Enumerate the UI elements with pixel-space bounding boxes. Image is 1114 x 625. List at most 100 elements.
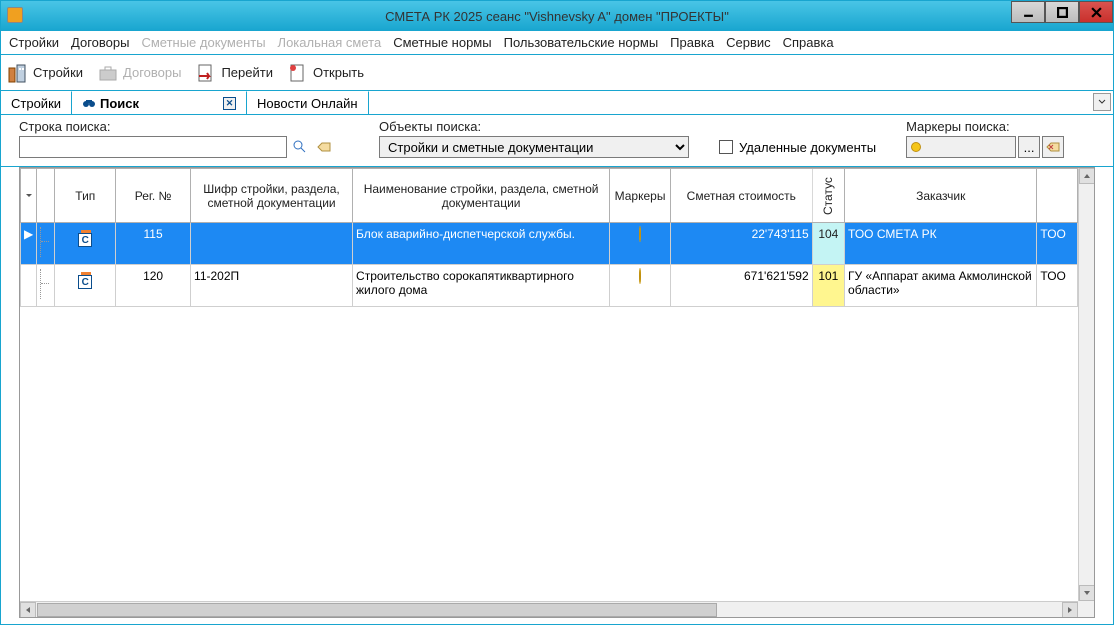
search-objects-select[interactable]: Стройки и сметные документации [379, 136, 689, 158]
tab-stroyki[interactable]: Стройки [1, 91, 72, 114]
name-cell: Блок аварийно-диспетчерской службы. [353, 223, 610, 265]
marker-dot-icon [639, 226, 641, 242]
tab-poisk[interactable]: Поиск ✕ [72, 91, 247, 114]
grid: Тип Рег. № Шифр стройки, раздела, сметно… [19, 167, 1095, 618]
cost-cell: 671'621'592 [670, 265, 812, 307]
marker-clear-button[interactable] [1042, 136, 1064, 158]
type-icon: С [78, 233, 92, 247]
tab-novosti[interactable]: Новости Онлайн [247, 91, 368, 114]
search-string-label: Строка поиска: [19, 119, 349, 134]
col-code[interactable]: Шифр стройки, раздела, сметной документа… [191, 169, 353, 223]
maximize-button[interactable] [1045, 1, 1079, 23]
marker-cell [610, 265, 671, 307]
toolbar: Стройки Договоры Перейти Открыть [1, 55, 1113, 91]
scroll-thumb[interactable] [37, 603, 717, 617]
toolbar-dogovory-label: Договоры [123, 65, 181, 80]
code-cell [191, 223, 353, 265]
name-cell: Строительство сорокапятиквартирного жило… [353, 265, 610, 307]
type-cell: С [55, 265, 116, 307]
col-name[interactable]: Наименование стройки, раздела, сметной д… [353, 169, 610, 223]
col-reg[interactable]: Рег. № [116, 169, 191, 223]
buildings-icon [7, 62, 29, 84]
search-markers-label: Маркеры поиска: [906, 119, 1064, 134]
grid-wrap: Тип Рег. № Шифр стройки, раздела, сметно… [1, 167, 1113, 624]
open-icon [287, 62, 309, 84]
type-icon: С [78, 275, 92, 289]
app-icon [7, 7, 23, 23]
col-tree [37, 169, 55, 223]
col-cost[interactable]: Сметная стоимость [670, 169, 812, 223]
minimize-button[interactable] [1011, 1, 1045, 23]
table-row[interactable]: ▶ С 115 Блок аварийно-диспетчерской служ… [21, 223, 1078, 265]
col-extra[interactable] [1037, 169, 1078, 223]
menu-smetnye-dokumenty: Сметные документы [141, 35, 265, 50]
scroll-up-icon[interactable] [1079, 168, 1095, 184]
app-window: СМЕТА РК 2025 сеанс "Vishnevsky A" домен… [0, 0, 1114, 625]
close-button[interactable] [1079, 1, 1113, 23]
col-status[interactable]: Статус [812, 169, 844, 223]
col-type[interactable]: Тип [55, 169, 116, 223]
menu-spravka[interactable]: Справка [783, 35, 834, 50]
scroll-left-icon[interactable] [20, 602, 36, 618]
deleted-docs-label: Удаленные документы [739, 140, 876, 155]
search-clear-icon[interactable] [313, 136, 335, 158]
search-binocular-icon [82, 96, 96, 110]
reg-cell: 115 [116, 223, 191, 265]
row-selector[interactable] [21, 265, 37, 307]
search-submit-icon[interactable] [289, 136, 311, 158]
scroll-right-icon[interactable] [1062, 602, 1078, 618]
status-cell: 104 [812, 223, 844, 265]
marker-browse-button[interactable]: ... [1018, 136, 1040, 158]
vertical-scrollbar[interactable] [1078, 168, 1094, 601]
marker-dot-icon [911, 142, 921, 152]
deleted-docs-checkbox-row[interactable]: Удаленные документы [719, 136, 876, 158]
grid-body[interactable]: Тип Рег. № Шифр стройки, раздела, сметно… [20, 168, 1094, 617]
menu-polzovatelskie-normy[interactable]: Пользовательские нормы [504, 35, 659, 50]
tab-stroyki-label: Стройки [11, 96, 61, 111]
menu-smetnye-normy[interactable]: Сметные нормы [393, 35, 491, 50]
code-cell: 11-202П [191, 265, 353, 307]
table-row[interactable]: С 120 11-202П Строительство сорокапятикв… [21, 265, 1078, 307]
toolbar-open-button[interactable]: Открыть [287, 62, 364, 84]
menu-lokalnaya-smeta: Локальная смета [278, 35, 382, 50]
window-title: СМЕТА РК 2025 сеанс "Vishnevsky A" домен… [385, 9, 729, 24]
tab-poisk-label: Поиск [100, 96, 139, 111]
type-cell: С [55, 223, 116, 265]
col-indicator[interactable] [21, 169, 37, 223]
search-panel: Строка поиска: Объекты поиска: Стройки и… [1, 115, 1113, 167]
scroll-down-icon[interactable] [1079, 585, 1095, 601]
customer-cell: ГУ «Аппарат акима Акмолинской области» [845, 265, 1037, 307]
titlebar: СМЕТА РК 2025 сеанс "Vishnevsky A" домен… [1, 1, 1113, 31]
menu-stroyki[interactable]: Стройки [9, 35, 59, 50]
reg-cell: 120 [116, 265, 191, 307]
row-selector-icon[interactable]: ▶ [21, 223, 37, 265]
briefcase-icon [97, 62, 119, 84]
extra-cell: ТОО [1037, 265, 1078, 307]
goto-icon [195, 62, 217, 84]
extra-cell: ТОО [1037, 223, 1078, 265]
tab-close-button[interactable]: ✕ [223, 97, 236, 110]
scroll-corner [1078, 601, 1094, 617]
marker-display[interactable] [906, 136, 1016, 158]
menu-dogovory[interactable]: Договоры [71, 35, 129, 50]
tree-cell [37, 265, 55, 307]
toolbar-open-label: Открыть [313, 65, 364, 80]
menu-pravka[interactable]: Правка [670, 35, 714, 50]
search-input[interactable] [19, 136, 287, 158]
tree-cell [37, 223, 55, 265]
deleted-docs-checkbox[interactable] [719, 140, 733, 154]
tabs-dropdown-button[interactable] [1093, 93, 1111, 111]
cost-cell: 22'743'115 [670, 223, 812, 265]
toolbar-stroyki-label: Стройки [33, 65, 83, 80]
col-customer[interactable]: Заказчик [845, 169, 1037, 223]
horizontal-scrollbar[interactable] [20, 601, 1078, 617]
customer-cell: ТОО СМЕТА РК [845, 223, 1037, 265]
menu-servis[interactable]: Сервис [726, 35, 771, 50]
toolbar-goto-button[interactable]: Перейти [195, 62, 273, 84]
toolbar-goto-label: Перейти [221, 65, 273, 80]
toolbar-dogovory-button: Договоры [97, 62, 181, 84]
toolbar-stroyki-button[interactable]: Стройки [7, 62, 83, 84]
col-markers[interactable]: Маркеры [610, 169, 671, 223]
marker-cell [610, 223, 671, 265]
search-objects-label: Объекты поиска: [379, 119, 689, 134]
